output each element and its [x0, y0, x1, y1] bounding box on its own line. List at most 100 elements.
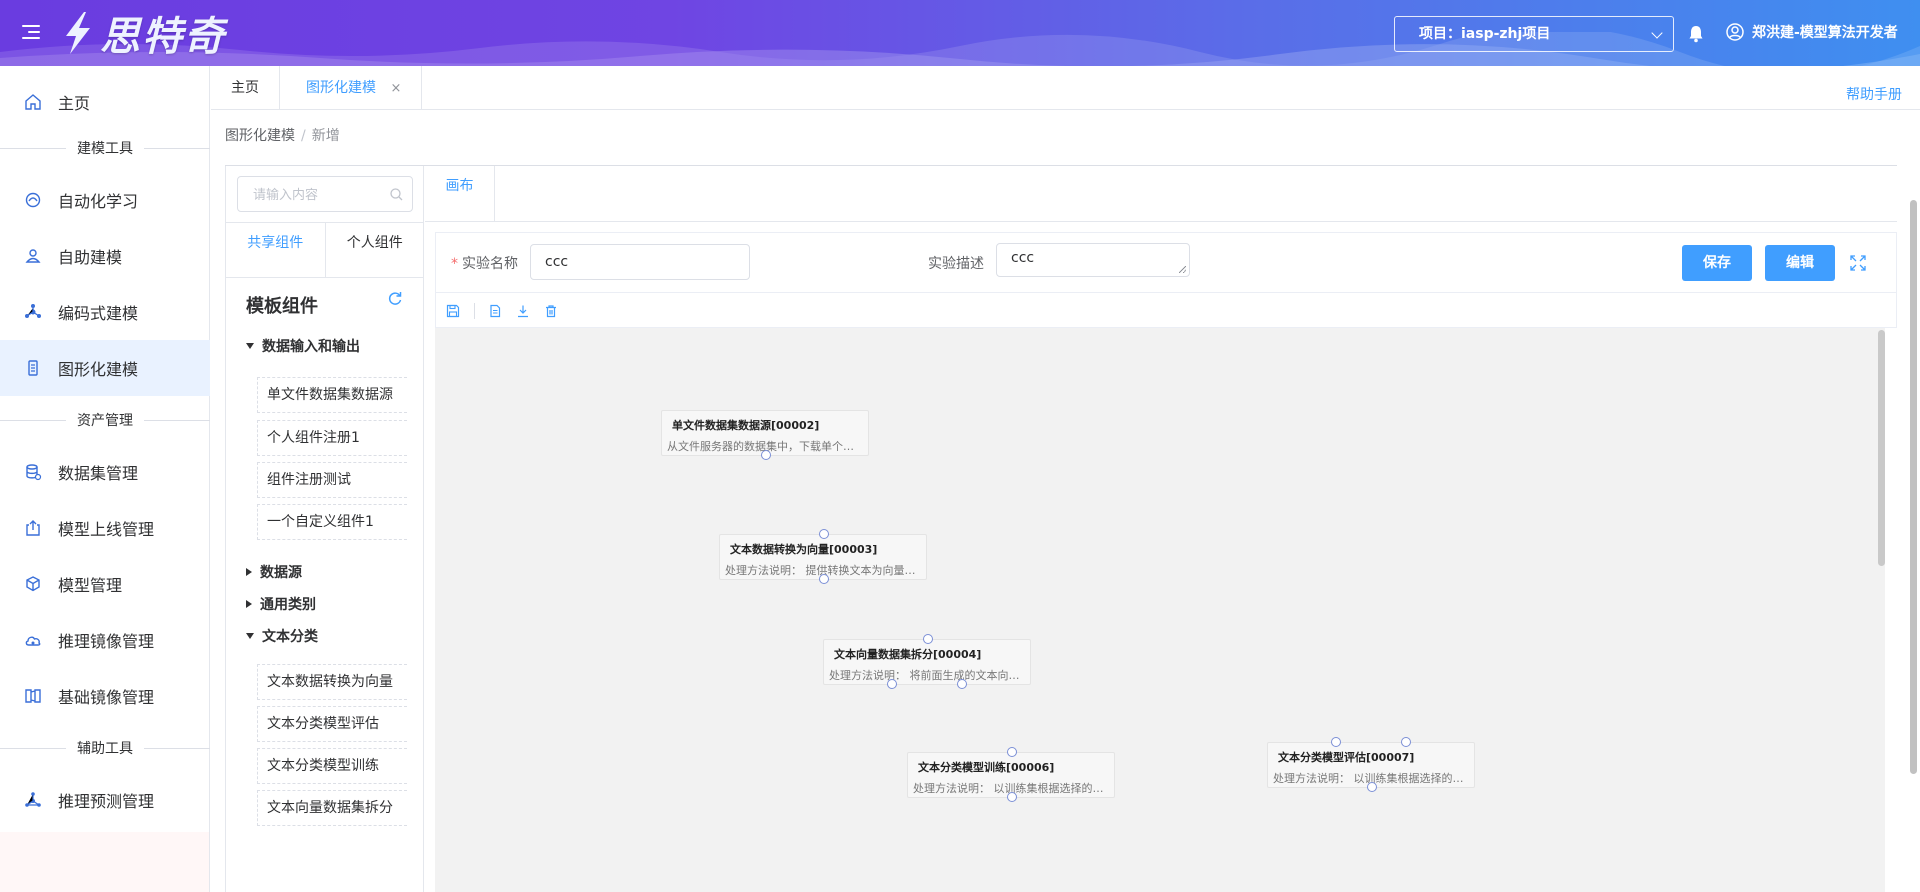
graph-node[interactable]: 文本分类模型评估[00007] 处理方法说明： 以训练集根据选择的算法评估	[1267, 737, 1475, 792]
graph-node[interactable]: 文本分类模型训练[00006] 处理方法说明： 以训练集根据选择的算法训练	[907, 747, 1115, 802]
search-input[interactable]	[238, 177, 378, 211]
node-title: 文本向量数据集拆分[00004]	[834, 648, 982, 661]
bell-icon[interactable]	[1686, 24, 1706, 44]
tab-graph-modeling[interactable]: 图形化建模 ×	[286, 66, 423, 110]
sidebar-item-graph-modeling[interactable]: 图形化建模	[0, 340, 210, 396]
tab-shared-components[interactable]: 共享组件	[226, 223, 326, 277]
help-manual-link[interactable]: 帮助手册	[1846, 84, 1902, 104]
document-icon[interactable]	[488, 304, 502, 318]
tab-home[interactable]: 主页	[211, 66, 280, 110]
self-modeling-icon	[25, 249, 41, 263]
list-item[interactable]: 组件注册测试	[257, 462, 407, 498]
project-select-value: 项目：iasp-zhj项目	[1419, 26, 1551, 42]
tree-group-data-source[interactable]: 数据源	[246, 562, 302, 582]
network-icon	[25, 792, 41, 807]
tree-group-general[interactable]: 通用类别	[246, 594, 316, 614]
logo-text: 思特奇	[100, 14, 226, 60]
sidebar-item-inference-image[interactable]: 推理镜像管理	[0, 612, 210, 668]
fullscreen-icon[interactable]	[1849, 254, 1867, 272]
node-output-port[interactable]	[957, 679, 967, 689]
chevron-down-icon	[1651, 27, 1663, 39]
sidebar-item-automl[interactable]: 自动化学习	[0, 172, 210, 228]
menu-toggle-icon[interactable]	[22, 25, 40, 39]
breadcrumb-current: 新增	[311, 128, 340, 144]
graph-canvas[interactable]: 单文件数据集数据源[00002] 从文件服务器的数据集中，下载单个文件作为数据源…	[435, 328, 1885, 892]
caret-down-icon	[246, 633, 254, 639]
home-icon	[25, 94, 41, 110]
node-output-port[interactable]	[1007, 792, 1017, 802]
tab-label: 图形化建模	[306, 80, 376, 96]
delete-icon[interactable]	[544, 304, 558, 318]
node-input-port[interactable]	[1401, 737, 1411, 747]
sidebar-item-label: 自动化学习	[58, 192, 139, 211]
list-item[interactable]: 文本向量数据集拆分	[257, 790, 407, 826]
node-input-port[interactable]	[1007, 747, 1017, 757]
node-description: 处理方法说明： 将前面生成的文本向量拆分	[829, 669, 1025, 682]
sidebar-item-label: 自助建模	[58, 248, 123, 267]
sidebar-item-dataset[interactable]: 数据集管理	[0, 444, 210, 500]
list-item[interactable]: 文本分类模型训练	[257, 748, 407, 784]
project-select[interactable]: 项目：iasp-zhj项目	[1394, 16, 1674, 52]
node-title: 单文件数据集数据源[00002]	[672, 419, 820, 432]
canvas-scrollbar[interactable]	[1878, 330, 1885, 566]
node-output-port[interactable]	[887, 679, 897, 689]
user-menu[interactable]: 郑洪建-模型算法开发者	[1726, 22, 1898, 42]
node-input-port[interactable]	[923, 634, 933, 644]
search-icon[interactable]	[390, 188, 403, 201]
experiment-form: * 实验名称 ccc 实验描述 ccc 保存 编辑	[435, 232, 1897, 292]
tab-personal-components[interactable]: 个人组件	[326, 223, 425, 277]
node-input-port[interactable]	[1331, 737, 1341, 747]
database-icon	[26, 464, 42, 481]
tree-group-label: 数据源	[260, 565, 302, 581]
cloud-icon	[25, 636, 41, 646]
graph-node[interactable]: 单文件数据集数据源[00002] 从文件服务器的数据集中，下载单个文件作为数据源	[661, 410, 869, 460]
node-output-port[interactable]	[761, 450, 771, 460]
node-title: 文本分类模型训练[00006]	[918, 761, 1055, 774]
graph-node[interactable]: 文本向量数据集拆分[00004] 处理方法说明： 将前面生成的文本向量拆分	[823, 634, 1031, 689]
canvas-toolbar	[435, 292, 1897, 328]
sidebar-item-self-modeling[interactable]: 自助建模	[0, 228, 210, 284]
graph-node[interactable]: 文本数据转换为向量[00003] 处理方法说明： 提供转换文本为向量的方法	[719, 529, 927, 584]
page-tabbar: 主页 图形化建模 × 帮助手册	[211, 66, 1920, 110]
component-search	[237, 176, 413, 212]
sidebar-item-inference-predict[interactable]: 推理预测管理	[0, 772, 210, 828]
experiment-name-label: * 实验名称	[451, 253, 518, 273]
download-icon[interactable]	[516, 304, 530, 318]
tree-group-label: 文本分类	[262, 629, 318, 645]
edit-button[interactable]: 编辑	[1765, 245, 1835, 281]
node-output-port[interactable]	[1367, 782, 1377, 792]
sidebar-item-home[interactable]: 主页	[0, 74, 210, 130]
node-input-port[interactable]	[819, 529, 829, 539]
logo-bolt-icon	[66, 12, 90, 54]
tree-group-data-io[interactable]: 数据输入和输出	[246, 336, 360, 356]
breadcrumb-parent[interactable]: 图形化建模	[225, 128, 295, 144]
sidebar-item-code-modeling[interactable]: 编码式建模	[0, 284, 210, 340]
refresh-icon[interactable]	[387, 290, 403, 306]
sidebar-item-label: 模型管理	[58, 576, 123, 595]
save-button[interactable]: 保存	[1682, 245, 1752, 281]
sidebar-item-model-manage[interactable]: 模型管理	[0, 556, 210, 612]
sidebar-item-model-deploy[interactable]: 模型上线管理	[0, 500, 210, 556]
list-item[interactable]: 个人组件注册1	[257, 420, 407, 456]
top-header: 思特奇 项目：iasp-zhj项目 郑洪建-模型算法开发者	[0, 0, 1920, 66]
component-panel: 共享组件 个人组件 模板组件 数据输入和输出 单文件数据集数据源 个人组件注册1…	[225, 166, 424, 892]
caret-right-icon	[246, 568, 252, 576]
node-output-port[interactable]	[819, 574, 829, 584]
canvas-tabs: 画布	[425, 166, 1897, 222]
book-icon	[25, 689, 41, 703]
list-item[interactable]: 文本分类模型评估	[257, 706, 407, 742]
tree-group-text-classify[interactable]: 文本分类	[246, 626, 318, 646]
caret-right-icon	[246, 600, 252, 608]
tab-label: 主页	[231, 80, 259, 96]
page-scrollbar[interactable]	[1910, 200, 1917, 774]
list-item[interactable]: 单文件数据集数据源	[257, 377, 407, 413]
experiment-name-input[interactable]: ccc	[530, 244, 750, 280]
sidebar-item-base-image[interactable]: 基础镜像管理	[0, 668, 210, 724]
close-icon[interactable]: ×	[390, 81, 401, 96]
list-item[interactable]: 一个自定义组件1	[257, 504, 407, 540]
save-icon[interactable]	[446, 304, 460, 318]
tab-canvas[interactable]: 画布	[425, 166, 495, 222]
experiment-desc-textarea[interactable]: ccc	[996, 243, 1190, 277]
list-item[interactable]: 文本数据转换为向量	[257, 664, 407, 700]
sidebar: 主页 建模工具 自动化学习 自助建模 编码式建模 图形化建模 资产管理 数据集管…	[0, 66, 210, 892]
